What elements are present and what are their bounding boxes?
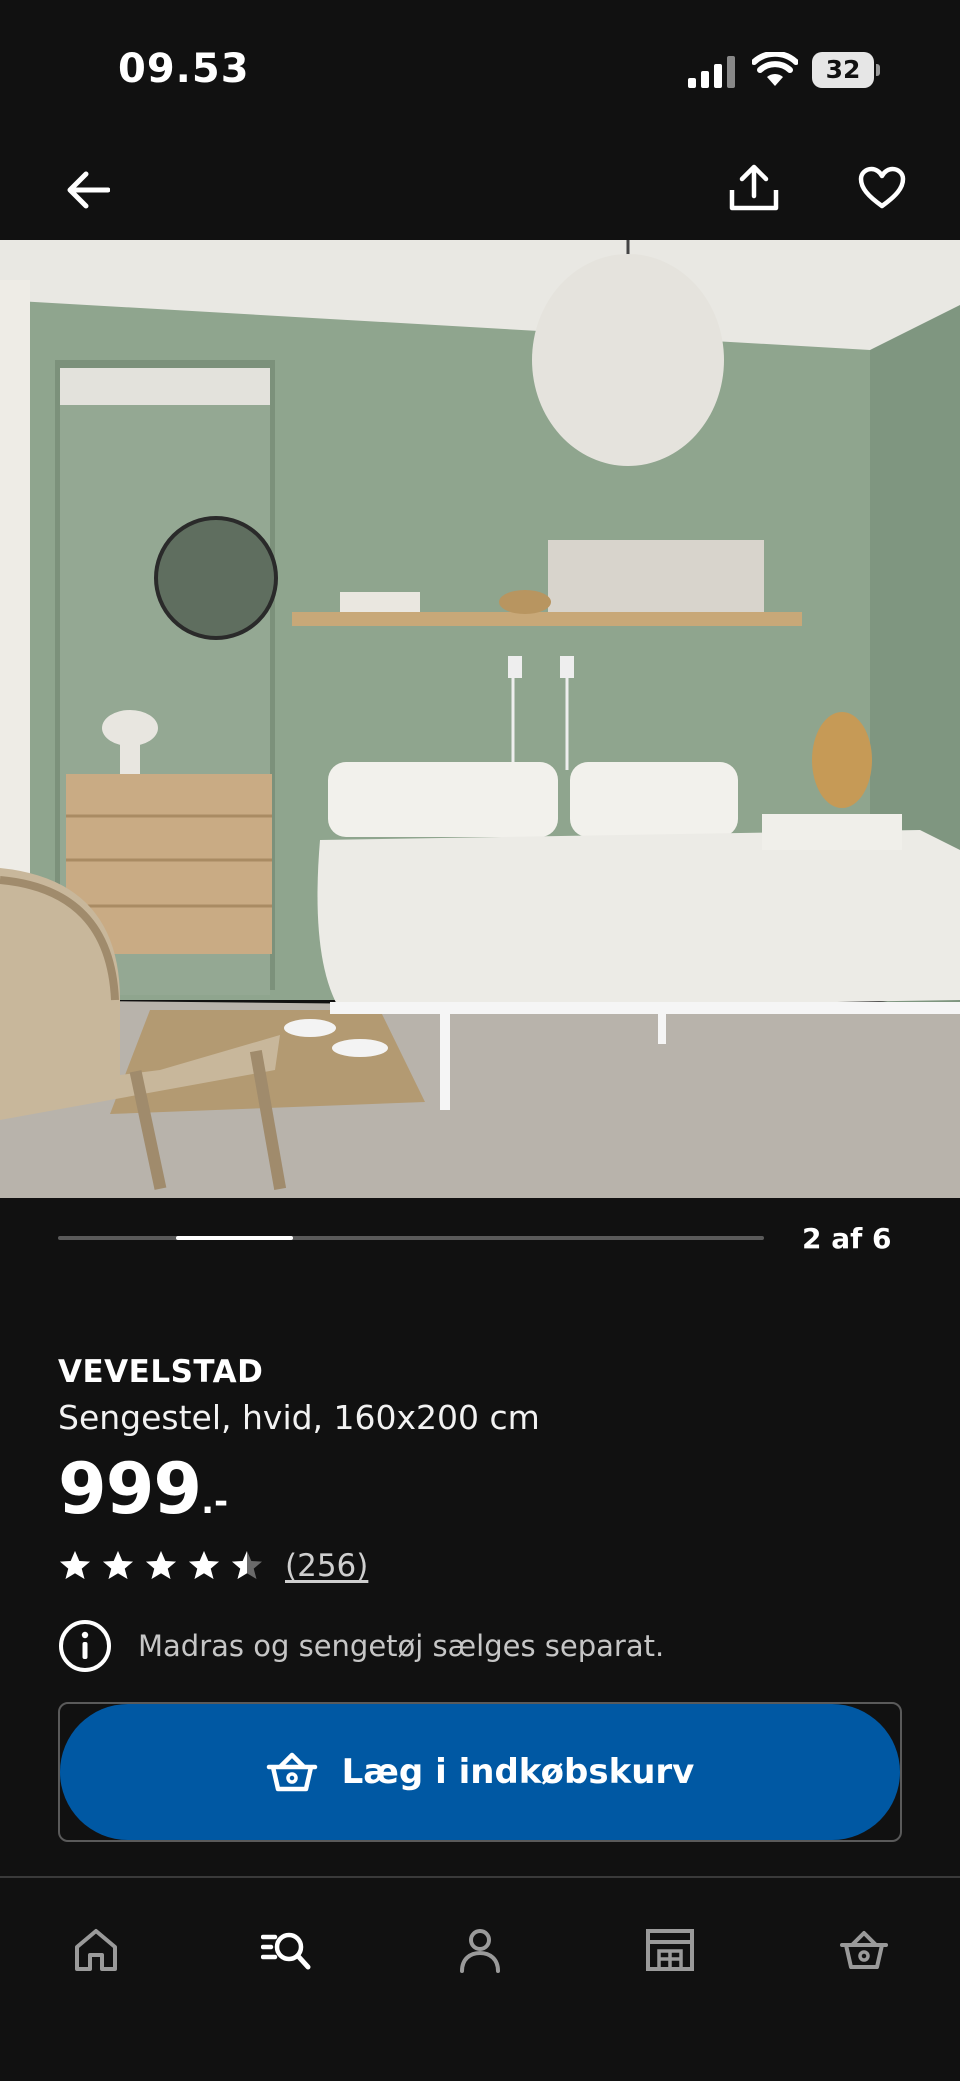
bedroom-scene-image <box>0 240 960 1198</box>
product-image[interactable] <box>0 240 960 1198</box>
notice-text: Madras og sengetøj sælges separat. <box>138 1629 665 1663</box>
status-time: 09.53 <box>118 46 250 92</box>
star-icon <box>232 1551 262 1579</box>
arrow-left-icon <box>67 171 110 209</box>
status-bar: 09.53 32 <box>0 0 960 140</box>
image-page-indicator: 2 af 6 <box>802 1222 892 1255</box>
image-carousel-indicator: 2 af 6 <box>0 1220 960 1260</box>
share-button[interactable] <box>718 152 790 224</box>
add-to-cart-label: Læg i indkøbskurv <box>341 1752 695 1792</box>
battery-icon: 32 <box>812 52 880 88</box>
product-name: VEVELSTAD <box>58 1354 264 1390</box>
tab-basket[interactable] <box>824 1910 904 1990</box>
carousel-progress-fill <box>175 1236 294 1240</box>
bottom-tab-bar <box>0 1876 960 2081</box>
back-button[interactable] <box>52 154 124 226</box>
tab-profile[interactable] <box>440 1910 520 1990</box>
product-description: Sengestel, hvid, 160x200 cm <box>58 1398 540 1437</box>
tab-store[interactable] <box>630 1910 710 1990</box>
search-icon <box>261 1932 311 1970</box>
price-amount: 999 <box>58 1448 202 1530</box>
favorite-button[interactable] <box>846 152 918 224</box>
product-rating[interactable]: (256) <box>58 1544 368 1588</box>
heart-icon <box>858 166 906 209</box>
home-icon <box>75 1929 117 1971</box>
wifi-icon <box>752 52 798 86</box>
cellular-signal-icon <box>688 56 735 88</box>
share-icon <box>729 164 779 211</box>
star-icon <box>146 1551 176 1579</box>
add-to-cart-container: Læg i indkøbskurv <box>58 1702 902 1842</box>
product-price: 999.- <box>58 1448 228 1530</box>
info-icon <box>59 1620 111 1672</box>
star-icon <box>189 1551 219 1579</box>
tab-search[interactable] <box>246 1910 326 1990</box>
carousel-progress-track <box>58 1236 764 1240</box>
add-to-cart-button[interactable]: Læg i indkøbskurv <box>60 1704 900 1840</box>
review-count-link[interactable]: (256) <box>285 1548 368 1584</box>
basket-icon <box>266 1752 317 1792</box>
top-nav <box>0 140 960 240</box>
store-icon <box>646 1929 694 1971</box>
star-icon <box>103 1551 133 1579</box>
basket-icon <box>840 1931 888 1969</box>
battery-level: 32 <box>812 52 874 88</box>
product-notice: Madras og sengetøj sælges separat. <box>58 1618 664 1674</box>
star-icon <box>60 1551 90 1579</box>
tab-home[interactable] <box>56 1910 136 1990</box>
rating-stars <box>58 1549 273 1583</box>
price-suffix: .- <box>201 1482 229 1522</box>
profile-icon <box>460 1929 500 1973</box>
